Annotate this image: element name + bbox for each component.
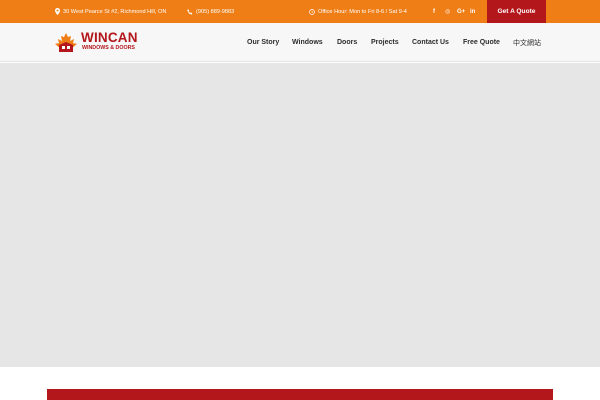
address-text: 30 West Pearce St #2, Richmond Hill, ON <box>63 8 167 15</box>
instagram-icon[interactable]: ◎ <box>445 0 450 23</box>
nav-doors[interactable]: Doors <box>337 23 357 62</box>
phone-icon <box>187 8 193 15</box>
linkedin-icon[interactable]: in <box>470 0 475 23</box>
logo-subtitle: WINDOWS & DOORS <box>82 45 135 51</box>
google-plus-icon[interactable]: G+ <box>457 0 465 23</box>
phone-info[interactable]: (905) 889-9883 <box>187 0 234 23</box>
office-hours-text: Office Hour: Mon to Fri 8-6 / Sat 9-4 <box>318 8 407 15</box>
nav-projects[interactable]: Projects <box>371 23 399 62</box>
hero-banner <box>0 63 600 367</box>
facebook-icon[interactable]: f <box>433 0 435 23</box>
get-a-quote-button[interactable]: Get A Quote <box>487 0 546 23</box>
nav-contact-us[interactable]: Contact Us <box>412 23 449 62</box>
clock-icon <box>309 8 315 15</box>
nav-free-quote[interactable]: Free Quote <box>463 23 500 62</box>
phone-text[interactable]: (905) 889-9883 <box>196 9 234 15</box>
maple-leaf-logo-icon <box>55 33 77 52</box>
nav-our-story[interactable]: Our Story <box>247 23 279 62</box>
logo-name: WINCAN <box>81 30 138 45</box>
nav-chinese-site[interactable]: 中文網站 <box>513 23 541 62</box>
site-header: WINCAN WINDOWS & DOORS Our Story Windows… <box>0 23 600 62</box>
top-bar: 30 West Pearce St #2, Richmond Hill, ON … <box>0 0 600 23</box>
address-info: 30 West Pearce St #2, Richmond Hill, ON <box>55 0 166 23</box>
wincan-logo[interactable]: WINCAN WINDOWS & DOORS <box>54 31 140 55</box>
red-content-band <box>47 389 553 400</box>
nav-windows[interactable]: Windows <box>292 23 323 62</box>
map-pin-icon <box>55 8 60 15</box>
office-hours-info: Office Hour: Mon to Fri 8-6 / Sat 9-4 <box>309 0 407 23</box>
